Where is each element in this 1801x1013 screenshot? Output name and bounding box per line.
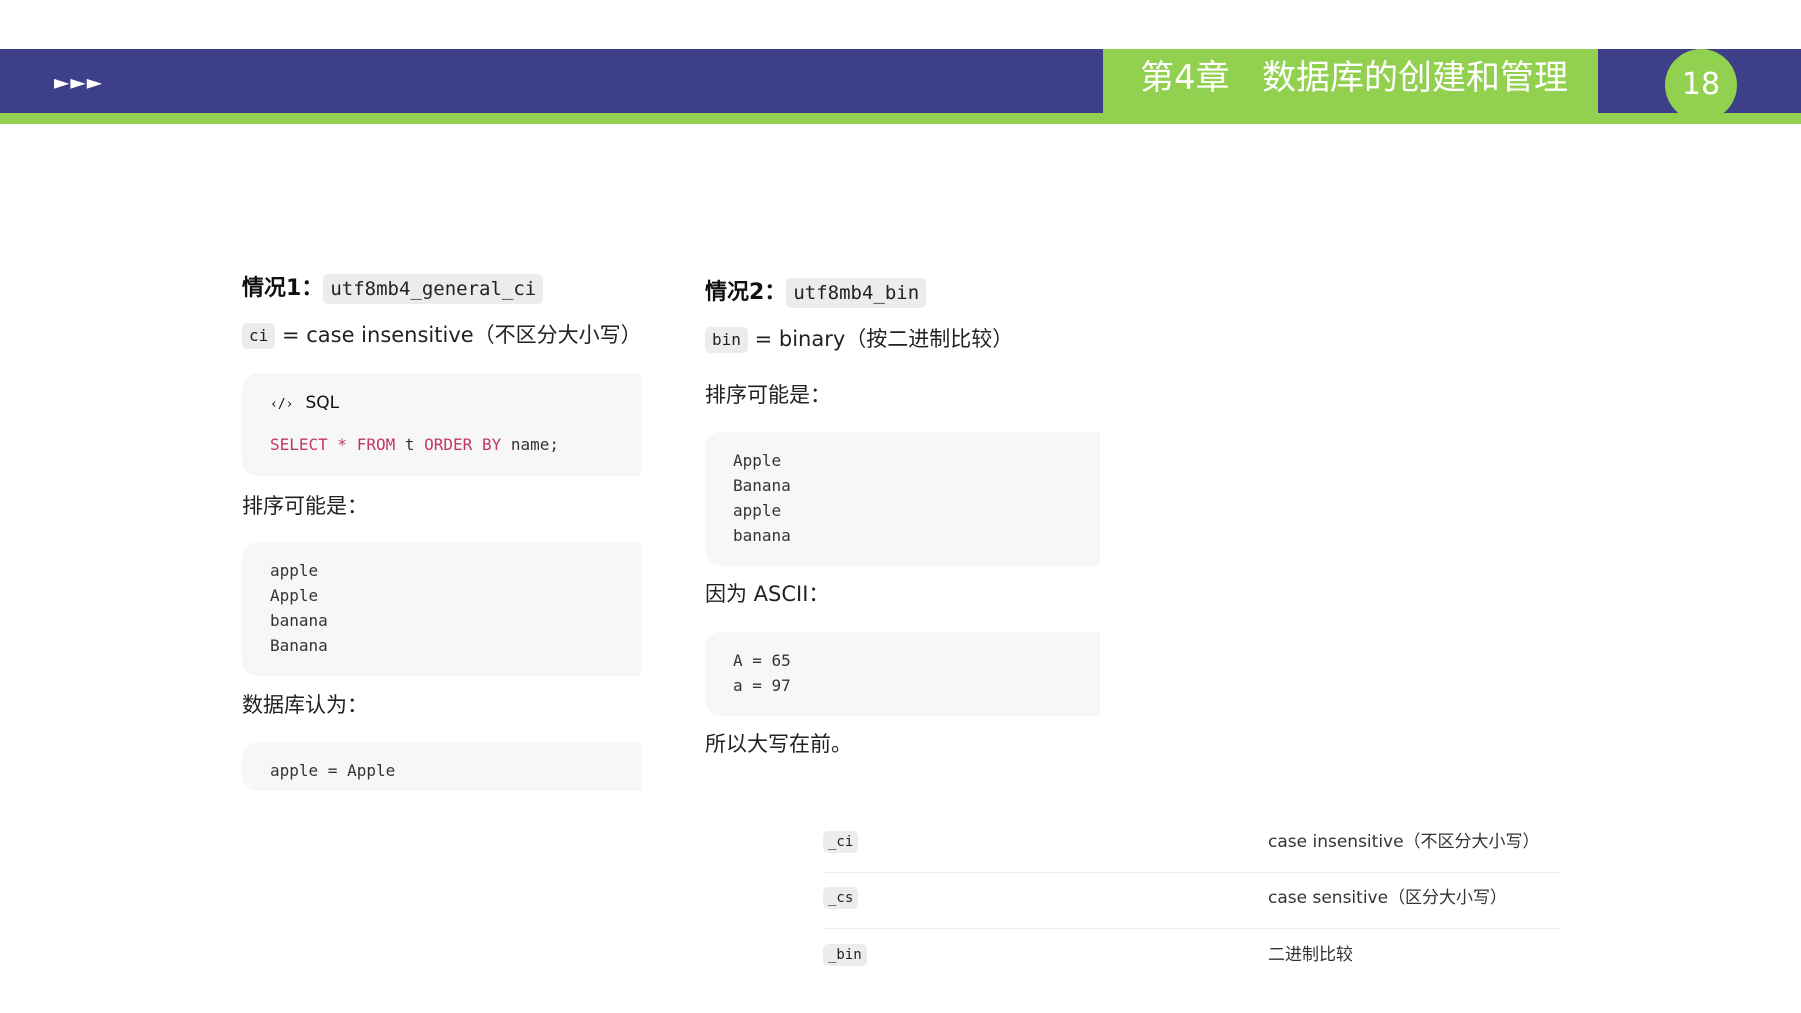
suffix-key: _bin — [823, 944, 867, 966]
sql-table-name: t — [395, 435, 425, 454]
case1-heading: 情况1： utf8mb4_general_ci — [242, 272, 544, 306]
suffix-desc: case sensitive（区分大小写） — [1268, 888, 1508, 908]
case1-sort-block: apple Apple banana Banana — [242, 542, 641, 676]
suffix-desc: 二进制比较 — [1268, 945, 1353, 965]
page-number-badge: 18 — [1665, 49, 1737, 121]
case2-abbr-chip: bin — [705, 327, 748, 353]
code-line: A = 65 — [733, 651, 791, 670]
code-line: apple — [733, 501, 782, 520]
case2-heading-label: 情况2： — [705, 280, 787, 305]
case2-sort-block: Apple Banana apple banana — [705, 432, 1100, 566]
case2-abbr-desc: = binary（按二进制比较） — [754, 327, 1014, 351]
suffix-key: _cs — [823, 887, 859, 909]
suffix-desc: case insensitive（不区分大小写） — [1268, 832, 1540, 852]
suffix-chip: _bin — [823, 944, 867, 966]
case2-abbr-line: bin = binary（按二进制比较） — [705, 322, 1013, 356]
suffix-chip: _ci — [823, 831, 859, 853]
case1-heading-label: 情况1： — [242, 276, 324, 301]
code-line: apple — [270, 561, 319, 580]
case2-conclusion: 所以大写在前。 — [705, 732, 852, 756]
header-arrows-icon: ►►► — [54, 70, 104, 94]
case2-heading: 情况2： utf8mb4_bin — [705, 276, 927, 310]
case1-sort-label: 排序可能是： — [242, 494, 368, 518]
code-line: a = 97 — [733, 676, 791, 695]
case1-collation-chip: utf8mb4_general_ci — [323, 274, 544, 304]
case2-ascii-block: A = 65 a = 97 — [705, 632, 1100, 716]
sql-label: SQL — [305, 393, 340, 413]
table-row: _bin 二进制比较 — [823, 929, 1559, 985]
sql-keyword-select: SELECT * FROM — [270, 435, 396, 454]
chapter-title: 第4章 数据库的创建和管理 — [1140, 58, 1569, 98]
case1-abbr-line: ci = case insensitive（不区分大小写） — [242, 318, 642, 352]
case2-sort-label: 排序可能是： — [705, 383, 831, 407]
case1-abbr-chip: ci — [242, 323, 276, 349]
case1-db-label: 数据库认为： — [242, 693, 368, 717]
table-row: _cs case sensitive（区分大小写） — [823, 872, 1559, 929]
code-line: banana — [733, 526, 791, 545]
case1-abbr-desc: = case insensitive（不区分大小写） — [281, 323, 642, 347]
case1-db-block: apple = Apple — [242, 742, 641, 791]
suffix-key: _ci — [823, 831, 859, 853]
code-line: Banana — [733, 476, 791, 495]
sql-keyword-order: ORDER BY — [424, 435, 502, 454]
code-line: banana — [270, 611, 328, 630]
case2-ascii-label: 因为 ASCII： — [705, 582, 830, 606]
code-line: Apple — [733, 451, 782, 470]
suffix-chip: _cs — [823, 887, 859, 909]
table-row: _ci case insensitive（不区分大小写） — [823, 816, 1559, 873]
code-line: apple = Apple — [270, 761, 396, 780]
case1-sql-block: ‹/› SQL SELECT * FROM t ORDER BY name; — [242, 373, 641, 476]
code-line: Banana — [270, 636, 328, 655]
sql-column: name; — [501, 435, 559, 454]
sql-header: ‹/› SQL — [270, 391, 641, 417]
code-icon: ‹/› — [270, 397, 294, 412]
code-line: Apple — [270, 586, 319, 605]
sql-statement: SELECT * FROM t ORDER BY name; — [270, 432, 641, 457]
case2-collation-chip: utf8mb4_bin — [786, 278, 927, 308]
